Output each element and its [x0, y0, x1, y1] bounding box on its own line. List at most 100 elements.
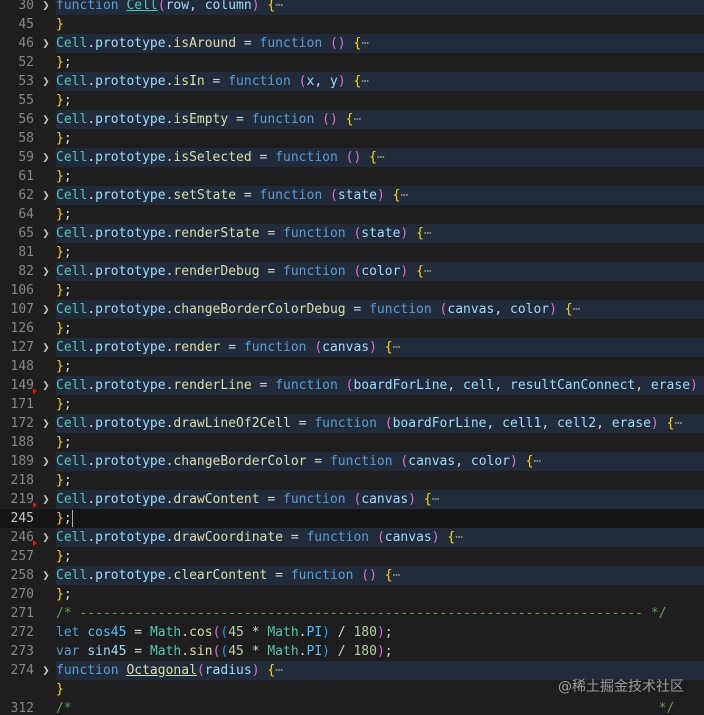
fold-chevron-icon[interactable]: ❯: [40, 72, 52, 91]
code-text[interactable]: };: [56, 585, 704, 604]
code-line[interactable]: 58};: [0, 129, 704, 148]
code-line[interactable]: 312 /* */: [0, 699, 704, 715]
code-line[interactable]: 172 ❯ Cell.prototype.drawLineOf2Cell = fun…: [0, 414, 704, 433]
folded-ellipsis-icon[interactable]: ⋯: [573, 302, 581, 317]
code-line[interactable]: 56 ❯ Cell.prototype.isEmpty = function () …: [0, 110, 704, 129]
folded-ellipsis-icon[interactable]: ⋯: [361, 36, 369, 51]
code-text[interactable]: };: [56, 167, 704, 186]
code-text[interactable]: };: [56, 547, 704, 566]
code-text[interactable]: Cell.prototype.isEmpty = function () {⋯: [56, 110, 704, 129]
code-line[interactable]: 245};: [0, 509, 704, 528]
code-text[interactable]: };: [56, 53, 704, 72]
code-line[interactable]: 126};: [0, 319, 704, 338]
fold-chevron-icon[interactable]: ❯: [40, 566, 52, 585]
fold-chevron-icon[interactable]: ❯: [40, 376, 52, 395]
fold-chevron-icon[interactable]: ❯: [40, 414, 52, 433]
fold-chevron-icon[interactable]: ❯: [40, 110, 52, 129]
code-line[interactable]: 246 ❯ Cell.prototype.drawCoordinate = func…: [0, 528, 704, 547]
code-text[interactable]: Cell.prototype.isIn = function (x, y) {⋯: [56, 72, 704, 91]
code-text[interactable]: Cell.prototype.isSelected = function () …: [56, 148, 704, 167]
fold-chevron-icon[interactable]: ❯: [40, 661, 52, 680]
code-line[interactable]: 62 ❯ Cell.prototype.setState = function (s…: [0, 186, 704, 205]
fold-chevron-icon[interactable]: ❯: [40, 34, 52, 53]
code-text[interactable]: Cell.prototype.changeBorderColor = funct…: [56, 452, 704, 471]
code-text[interactable]: };: [56, 471, 704, 490]
code-text[interactable]: };: [56, 205, 704, 224]
code-line[interactable]: 81};: [0, 243, 704, 262]
code-text[interactable]: Cell.prototype.setState = function (stat…: [56, 186, 704, 205]
code-text[interactable]: var sin45 = Math.sin((45 * Math.PI) / 18…: [56, 642, 704, 661]
fold-chevron-icon[interactable]: ❯: [40, 224, 52, 243]
folded-ellipsis-icon[interactable]: ⋯: [432, 492, 440, 507]
code-line[interactable]: 45}: [0, 15, 704, 34]
code-line[interactable]: 148};: [0, 357, 704, 376]
code-line[interactable]: 272 let cos45 = Math.cos((45 * Math.PI) /…: [0, 623, 704, 642]
folded-ellipsis-icon[interactable]: ⋯: [674, 416, 682, 431]
fold-chevron-icon[interactable]: ❯: [40, 452, 52, 471]
code-line[interactable]: 59 ❯ Cell.prototype.isSelected = function …: [0, 148, 704, 167]
code-text[interactable]: Cell.prototype.clearContent = function (…: [56, 566, 704, 585]
code-text[interactable]: };: [56, 357, 704, 376]
code-line[interactable]: 273 var sin45 = Math.sin((45 * Math.PI) /…: [0, 642, 704, 661]
code-line[interactable]: 55};: [0, 91, 704, 110]
code-text[interactable]: let cos45 = Math.cos((45 * Math.PI) / 18…: [56, 623, 704, 642]
folded-ellipsis-icon[interactable]: ⋯: [455, 530, 463, 545]
code-line[interactable]: 30 ❯ function Cell(row, column) {⋯: [0, 0, 704, 15]
code-text[interactable]: Cell.prototype.isAround = function () {⋯: [56, 34, 704, 53]
code-text[interactable]: };: [56, 509, 704, 528]
code-text[interactable]: };: [56, 91, 704, 110]
code-line[interactable]: 219 ❯ Cell.prototype.drawContent = functio…: [0, 490, 704, 509]
code-line[interactable]: 171};: [0, 395, 704, 414]
code-text[interactable]: /* -------------------------------------…: [56, 604, 704, 623]
breakpoint-marker-icon[interactable]: [33, 388, 37, 394]
code-text[interactable]: Cell.prototype.render = function (canvas…: [56, 338, 704, 357]
code-line[interactable]: 82 ❯ Cell.prototype.renderDebug = function…: [0, 262, 704, 281]
code-text[interactable]: };: [56, 395, 704, 414]
code-line[interactable]: 271 /* ----------------------------------…: [0, 604, 704, 623]
folded-ellipsis-icon[interactable]: ⋯: [393, 340, 401, 355]
folded-ellipsis-icon[interactable]: ⋯: [377, 150, 385, 165]
code-line[interactable]: 188};: [0, 433, 704, 452]
code-text[interactable]: Cell.prototype.changeBorderColorDebug = …: [56, 300, 704, 319]
fold-chevron-icon[interactable]: ❯: [40, 528, 52, 547]
code-text[interactable]: };: [56, 243, 704, 262]
folded-ellipsis-icon[interactable]: ⋯: [424, 264, 432, 279]
code-text[interactable]: Cell.prototype.drawLineOf2Cell = functio…: [56, 414, 704, 433]
code-text[interactable]: };: [56, 319, 704, 338]
folded-ellipsis-icon[interactable]: ⋯: [424, 226, 432, 241]
code-text[interactable]: };: [56, 129, 704, 148]
code-line[interactable]: 127 ❯ Cell.prototype.render = function (ca…: [0, 338, 704, 357]
fold-chevron-icon[interactable]: ❯: [40, 0, 52, 15]
fold-chevron-icon[interactable]: ❯: [40, 338, 52, 357]
folded-ellipsis-icon[interactable]: ⋯: [353, 112, 361, 127]
code-line[interactable]: 149 ❯ Cell.prototype.renderLine = function…: [0, 376, 704, 395]
code-text[interactable]: };: [56, 433, 704, 452]
code-line[interactable]: 64};: [0, 205, 704, 224]
code-line[interactable]: 52};: [0, 53, 704, 72]
code-text[interactable]: Cell.prototype.renderState = function (s…: [56, 224, 704, 243]
folded-ellipsis-icon[interactable]: ⋯: [534, 454, 542, 469]
folded-ellipsis-icon[interactable]: ⋯: [393, 568, 401, 583]
code-line[interactable]: 61};: [0, 167, 704, 186]
folded-ellipsis-icon[interactable]: ⋯: [400, 188, 408, 203]
code-text[interactable]: };: [56, 281, 704, 300]
code-line[interactable]: 257};: [0, 547, 704, 566]
fold-chevron-icon[interactable]: ❯: [40, 148, 52, 167]
code-editor[interactable]: 30 ❯ function Cell(row, column) {⋯ 45} 46 ❯ Ce…: [0, 0, 704, 715]
code-text[interactable]: function Cell(row, column) {⋯: [56, 0, 704, 15]
code-line[interactable]: 270};: [0, 585, 704, 604]
code-text[interactable]: Cell.prototype.renderDebug = function (c…: [56, 262, 704, 281]
code-text[interactable]: }: [56, 15, 704, 34]
code-line[interactable]: 189 ❯ Cell.prototype.changeBorderColor = f…: [0, 452, 704, 471]
fold-chevron-icon[interactable]: ❯: [40, 490, 52, 509]
code-text[interactable]: Cell.prototype.renderLine = function (bo…: [56, 376, 704, 395]
code-line[interactable]: 107 ❯ Cell.prototype.changeBorderColorDebu…: [0, 300, 704, 319]
fold-chevron-icon[interactable]: ❯: [40, 262, 52, 281]
folded-ellipsis-icon[interactable]: ⋯: [275, 663, 283, 678]
code-text[interactable]: /* */: [56, 699, 704, 715]
breakpoint-marker-icon[interactable]: [33, 540, 37, 546]
code-line[interactable]: 65 ❯ Cell.prototype.renderState = function…: [0, 224, 704, 243]
code-text[interactable]: Cell.prototype.drawContent = function (c…: [56, 490, 704, 509]
code-line[interactable]: 258 ❯ Cell.prototype.clearContent = functi…: [0, 566, 704, 585]
breakpoint-marker-icon[interactable]: [33, 502, 37, 508]
